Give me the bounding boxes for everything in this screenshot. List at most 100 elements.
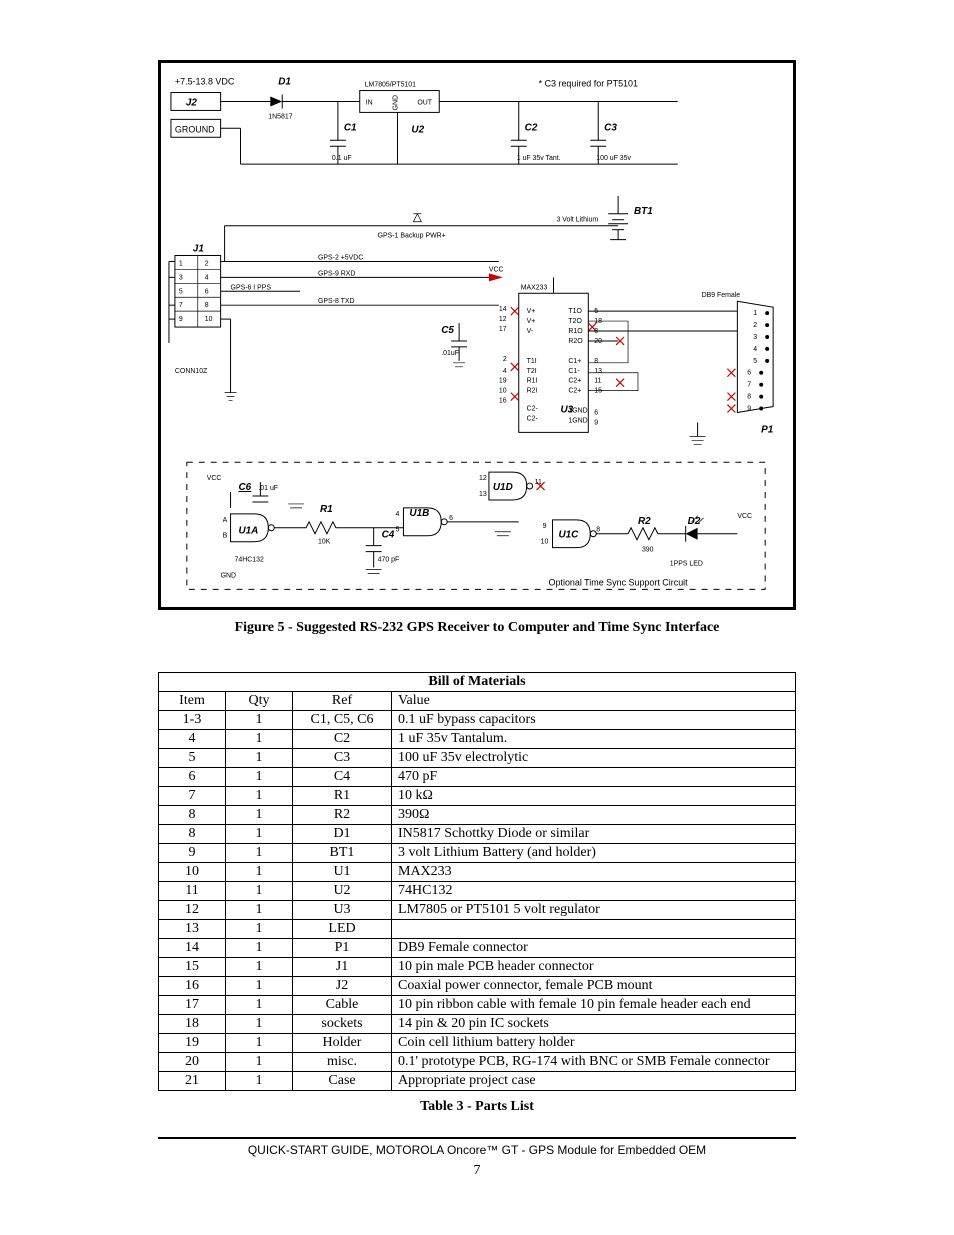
conn-label: CONN10Z (175, 368, 208, 375)
cell-item: 18 (159, 1015, 226, 1034)
svg-text:V+: V+ (527, 308, 536, 315)
reg-label: LM7805/PT5101 (365, 82, 416, 89)
bom-table: Bill of Materials Item Qty Ref Value 1-3… (158, 672, 796, 1091)
cell-qty: 1 (226, 1072, 293, 1091)
cell-qty: 1 (226, 996, 293, 1015)
cell-ref: R1 (293, 787, 392, 806)
schematic-figure: +7.5-13.8 VDC J2 GROUND D1 1N5817 LM7805… (158, 60, 796, 610)
cell-ref: J2 (293, 977, 392, 996)
col-item: Item (159, 692, 226, 711)
cell-item: 9 (159, 844, 226, 863)
bom-title: Bill of Materials (159, 673, 796, 692)
svg-text:2: 2 (503, 356, 507, 363)
cell-ref: R2 (293, 806, 392, 825)
cell-ref: Holder (293, 1034, 392, 1053)
in-label: IN (366, 99, 373, 106)
svg-text:9: 9 (594, 419, 598, 426)
svg-text:2: 2 (205, 260, 209, 267)
svg-text:15: 15 (594, 388, 602, 395)
cell-ref: Cable (293, 996, 392, 1015)
cell-qty: 1 (226, 844, 293, 863)
svg-text:1GND: 1GND (568, 408, 587, 415)
d2-label: D2 (688, 516, 701, 527)
vcc1-label: VCC (207, 475, 222, 482)
svg-text:2: 2 (753, 322, 757, 329)
cell-item: 8 (159, 806, 226, 825)
gps9-label: GPS-9 RXD (318, 270, 355, 277)
table-row: 71R110 kΩ (159, 787, 796, 806)
table-row: 81R2390Ω (159, 806, 796, 825)
c6val-label: .01 uF (258, 485, 278, 492)
cell-ref: Case (293, 1072, 392, 1091)
r2-label: R2 (638, 516, 651, 527)
cell-item: 19 (159, 1034, 226, 1053)
table-row: 131LED (159, 920, 796, 939)
table-row: 161J2Coaxial power connector, female PCB… (159, 977, 796, 996)
svg-text:C1+: C1+ (568, 358, 581, 365)
cell-ref: J1 (293, 958, 392, 977)
c5val-label: .01uF (441, 350, 459, 357)
cell-item: 11 (159, 882, 226, 901)
cell-qty: 1 (226, 730, 293, 749)
table-row: 191HolderCoin cell lithium battery holde… (159, 1034, 796, 1053)
cell-item: 13 (159, 920, 226, 939)
bt1-label: BT1 (634, 206, 653, 217)
svg-text:6: 6 (449, 515, 453, 522)
svg-text:13: 13 (594, 368, 602, 375)
table-row: 111U274HC132 (159, 882, 796, 901)
cell-qty: 1 (226, 768, 293, 787)
cell-item: 12 (159, 901, 226, 920)
table-row: 201misc.0.1' prototype PCB, RG-174 with … (159, 1053, 796, 1072)
gndpin-label: GND (393, 95, 400, 110)
cell-item: 10 (159, 863, 226, 882)
svg-text:17: 17 (499, 326, 507, 333)
svg-text:9: 9 (179, 316, 183, 323)
svg-text:4: 4 (396, 511, 400, 518)
cell-value: 100 uF 35v electrolytic (392, 749, 796, 768)
cell-value: 3 volt Lithium Battery (and holder) (392, 844, 796, 863)
gps8-label: GPS-8 TXD (318, 298, 355, 305)
svg-text:4: 4 (753, 346, 757, 353)
cell-value: 0.1' prototype PCB, RG-174 with BNC or S… (392, 1053, 796, 1072)
svg-text:10: 10 (499, 388, 507, 395)
d1val-label: 1N5817 (268, 113, 292, 120)
svg-text:B: B (223, 533, 228, 540)
cell-qty: 1 (226, 863, 293, 882)
svg-text:4: 4 (205, 274, 209, 281)
col-qty: Qty (226, 692, 293, 711)
cell-item: 16 (159, 977, 226, 996)
table-row: 61C4470 pF (159, 768, 796, 787)
svg-text:10: 10 (205, 316, 213, 323)
cell-qty: 1 (226, 882, 293, 901)
vdc-label: +7.5-13.8 VDC (175, 77, 235, 87)
table-caption: Table 3 - Parts List (158, 1099, 796, 1115)
svg-text:8: 8 (596, 527, 600, 534)
svg-text:R2O: R2O (568, 338, 583, 345)
svg-text:19: 19 (499, 378, 507, 385)
cell-value: 390Ω (392, 806, 796, 825)
svg-text:13: 13 (479, 491, 487, 498)
cell-value: 1 uF 35v Tantalum. (392, 730, 796, 749)
svg-text:6: 6 (205, 288, 209, 295)
figure-caption: Figure 5 - Suggested RS-232 GPS Receiver… (158, 620, 796, 636)
table-row: 211CaseAppropriate project case (159, 1072, 796, 1091)
c3val-label: 100 uF 35v (596, 155, 631, 162)
cell-item: 1-3 (159, 711, 226, 730)
svg-text:C2-: C2- (527, 406, 538, 413)
gnd-label: GND (221, 572, 236, 579)
cell-qty: 1 (226, 939, 293, 958)
svg-text:1: 1 (179, 260, 183, 267)
svg-text:8: 8 (205, 302, 209, 309)
cell-ref: U3 (293, 901, 392, 920)
cell-value: MAX233 (392, 863, 796, 882)
gps6-label: GPS-6 I PPS (231, 284, 272, 291)
cell-qty: 1 (226, 749, 293, 768)
hc-label: 74HC132 (235, 557, 264, 564)
out-label: OUT (417, 99, 432, 106)
c4val-label: 470 pF (378, 557, 400, 564)
col-ref: Ref (293, 692, 392, 711)
cell-ref: misc. (293, 1053, 392, 1072)
table-row: 121U3LM7805 or PT5101 5 volt regulator (159, 901, 796, 920)
svg-text:9: 9 (543, 523, 547, 530)
cell-ref: U2 (293, 882, 392, 901)
